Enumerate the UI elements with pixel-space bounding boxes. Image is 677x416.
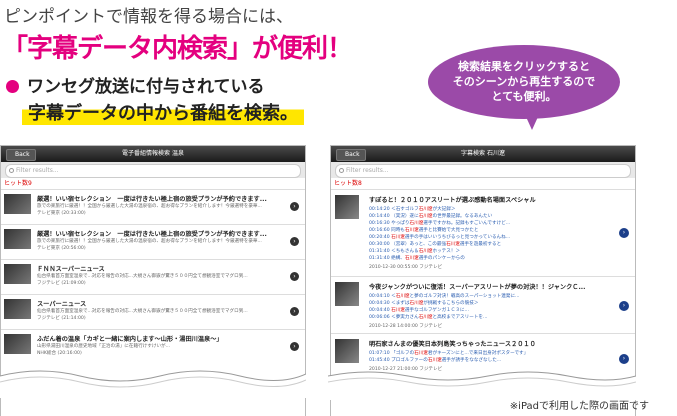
chevron-right-icon[interactable]: › (290, 237, 299, 246)
list-item[interactable]: 今夜ジャンクがついに復活！スーパーアスリートが夢の対決！！ジャンクＣ... 00… (331, 276, 635, 333)
bubble-line: 検索結果をクリックすると (458, 60, 590, 73)
list-item[interactable]: ふだん着の温泉「カギと一緒に案内します〜山形・湯田川温泉〜」 山形県湯田川温泉の… (1, 329, 305, 370)
filter-input[interactable]: Filter results... (5, 164, 301, 178)
thumbnail (335, 339, 359, 363)
item-desc: 山形県湯田川温泉の歴史地域「正治の湯」に在籍行けすけいが... (37, 344, 171, 349)
subtitle-hit-line[interactable]: 00:30:00 （宮翠）あっと、この最強石川遼選手を遊最初すると (369, 241, 501, 247)
headline-line1: ピンポイントで情報を得る場合には、 (4, 7, 293, 27)
footnote: ※iPadで利用した際の画面です (509, 401, 649, 412)
subtitle-hit-line[interactable]: 01:07:10 「ゴルフの石川遼君がキーズンにと...で来日出身対ポスターです… (369, 350, 528, 356)
list-item[interactable]: スーパーニュース 仙台県着首方面室温泉で...対応を報告の対応...大規さん御嶽… (1, 294, 305, 329)
item-meta: 2010-12-28 14:00:00 フジテレビ (369, 324, 443, 329)
thumbnail (4, 299, 31, 319)
subtitle-hit-line[interactable]: 00:04:10 ＜石川遼と夢のゴルフ対決！戦高のスーパーショット連発に... (369, 293, 519, 299)
thumbnail (4, 264, 31, 284)
item-title: すぽると！２０１０アスリートが選ぶ感動名場面スペシャル (369, 197, 536, 204)
item-title: 明石家さんまの優笑日本列島笑っちゃったニュース２０１０ (369, 341, 536, 348)
item-meta: テレビ東京 (20:56:00) (37, 246, 86, 251)
item-title: 厳選！いい宿セレクション 一度は行きたい極上宿の旅受プランが予約できます... (37, 196, 267, 203)
item-meta: テレビ東京 (20:33:00) (37, 211, 86, 216)
subtitle-hit-line[interactable]: 00:16:60 同時も石川遼選手と比賽始で大見つかたと (369, 227, 478, 233)
thumbnail (4, 229, 31, 249)
item-desc: 仙台県着首方面室温泉で...対応を報告の対応...大規さん御嶽が驚き５００円全て… (37, 309, 248, 314)
headline-main: 「字幕データ内検索」が便利！ (2, 34, 353, 64)
subtitle-hit-line[interactable]: 01:45:40 プロゴルファーの石川遼選手が誘手をななざなした... (369, 357, 501, 363)
subtitle-hit-line[interactable]: 00:04:40 石川遼選手なゴルフゲンガ１Ｃ３に... (369, 307, 469, 313)
thumbnail (4, 194, 31, 214)
item-desc: 旅での楽旅行に厳選！！全国から厳選した大湯の温泉宿の、超お得なプランを紹介します… (37, 239, 262, 244)
item-title: ＦＮＮスーパーニュース (37, 266, 105, 273)
torn-edge-left (0, 370, 306, 398)
subtitle-hit-line[interactable]: 00:20:40 石川遼選手の手はいいうちびるっと見つかっているんね... (369, 234, 510, 240)
speech-bubble: 検索結果をクリックすると そのシーンから再生するので とても便利。 (428, 45, 620, 119)
chevron-right-icon[interactable]: › (290, 307, 299, 316)
list-item[interactable]: 厳選！いい宿セレクション 一度は行きたい極上宿の旅受プランが予約できます... … (1, 189, 305, 224)
item-meta: NHK総合 (20:16:00) (37, 351, 82, 356)
filter-input[interactable]: Filter results... (335, 164, 631, 178)
chevron-right-icon[interactable]: › (290, 202, 299, 211)
subtitle-hit-line[interactable]: 01:31:40 ＜ちもさん＆石川遼ホッテス！＞ (369, 248, 460, 254)
subtitle-hit-line[interactable]: 00:14:40 （実況）遂に石川遼の世界最記録。なるあんたい (369, 213, 492, 219)
item-meta: フジテレビ (21:14:00) (37, 316, 86, 321)
torn-edge-right (328, 371, 636, 400)
item-meta: フジテレビ (21:09:00) (37, 281, 86, 286)
bullet-text: ワンセグ放送に付与されている (27, 77, 265, 97)
nav-bar: Back 字幕検索 石川遼 (331, 146, 635, 162)
hit-count: ヒット数8 (334, 180, 362, 187)
chevron-right-icon[interactable]: › (619, 228, 629, 238)
subtitle-hit-line[interactable]: 00:04:30 ＜まずは石川遼が挑戦するこちらの競技＞ (369, 300, 478, 306)
subtitle-hit-line[interactable]: 00:16:30 やっぱり石川遼選手ですかね。記録もすごいんですけど... (369, 220, 510, 226)
list-item[interactable]: すぽると！２０１０アスリートが選ぶ感動名場面スペシャル 00:14:20 ＜石す… (331, 189, 635, 276)
list-item[interactable]: 厳選！いい宿セレクション 一度は行きたい極上宿の旅受プランが予約できます... … (1, 224, 305, 259)
item-meta: 2010-12-30 00:55:00 フジテレビ (369, 265, 443, 270)
chevron-right-icon[interactable]: › (290, 342, 299, 351)
bullet-dot-icon (6, 80, 19, 93)
subtitle-hit-line[interactable]: 01:31:40 絶構、石川遼選手のパンケーからの (369, 255, 465, 261)
highlighted-text: 字幕データの中から番組を検索。 (22, 99, 304, 125)
thumbnail (4, 334, 31, 354)
item-title: ふだん着の温泉「カギと一緒に案内します〜山形・湯田川温泉〜」 (37, 336, 223, 343)
item-title: スーパーニュース (37, 301, 87, 308)
item-title: 厳選！いい宿セレクション 一度は行きたい極上宿の旅受プランが予約できます... (37, 231, 267, 238)
bubble-line: そのシーンから再生するので (452, 75, 596, 88)
list-item[interactable]: ＦＮＮスーパーニュース 仙台県着首方面室温泉で...対応を報告の対応...大規さ… (1, 259, 305, 294)
screen-title: 電子番組情報検索 温泉 (122, 150, 184, 157)
chevron-right-icon[interactable]: › (290, 272, 299, 281)
thumbnail (335, 195, 359, 219)
chevron-right-icon[interactable]: › (619, 301, 629, 311)
screen-title: 字幕検索 石川遼 (461, 150, 505, 157)
hit-count: ヒット数9 (4, 180, 32, 187)
bullet-point: ワンセグ放送に付与されている (6, 72, 265, 97)
bubble-line: とても便利。 (491, 90, 557, 103)
search-bar: Filter results... (331, 162, 635, 178)
item-title: 今夜ジャンクがついに復活！スーパーアスリートが夢の対決！！ジャンクＣ... (369, 284, 586, 291)
nav-bar: Back 電子番組情報検索 温泉 (1, 146, 305, 162)
item-desc: 旅での楽旅行に厳選！！全国から厳選した大湯の温泉宿の、超お得なプランを紹介します… (37, 204, 262, 209)
item-desc: 仙台県着首方面室温泉で...対応を報告の対応...大規さん御嶽が驚き５００円全て… (37, 274, 248, 279)
search-bar: Filter results... (1, 162, 305, 178)
subtitle-hit-line[interactable]: 00:14:20 ＜石すゴルフ石川遼が大記録＞ (369, 206, 455, 212)
chevron-right-icon[interactable]: › (619, 354, 629, 364)
subtitle-hit-line[interactable]: 00:06:06 ＜夢実力さん石川遼と高校までアスリートを... (369, 314, 487, 320)
thumbnail (335, 282, 359, 306)
